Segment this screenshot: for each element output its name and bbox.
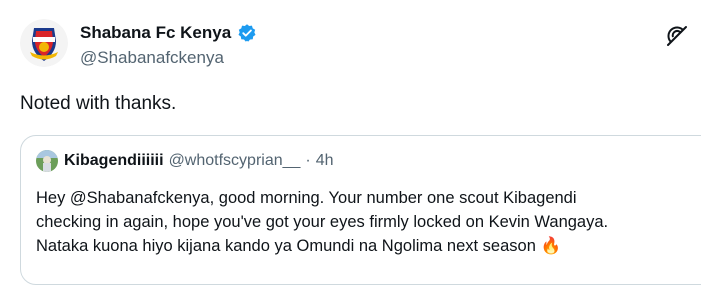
author-handle[interactable]: @Shabanafckenya bbox=[80, 48, 257, 68]
tweet-text: Noted with thanks. bbox=[20, 93, 177, 114]
quoted-text-line: Nataka kuona hiyo kijana kando ya Omundi… bbox=[36, 234, 701, 258]
quoted-timestamp[interactable]: 4h bbox=[316, 152, 334, 170]
author-avatar[interactable] bbox=[20, 19, 68, 67]
tweet-author: Shabana Fc Kenya @Shabanafckenya bbox=[80, 22, 257, 68]
quoted-text-line-content: Nataka kuona hiyo kijana kando ya Omundi… bbox=[36, 237, 536, 255]
separator-dot: · bbox=[305, 152, 311, 169]
quoted-author-avatar[interactable] bbox=[36, 150, 58, 172]
quoted-tweet[interactable]: Kibagendiiiiii @whotfscyprian__ · 4h Hey… bbox=[20, 135, 701, 285]
quoted-author-display-name[interactable]: Kibagendiiiiii bbox=[64, 152, 164, 170]
fire-emoji-icon: 🔥 bbox=[540, 237, 562, 255]
quoted-avatar-image bbox=[36, 150, 58, 172]
quoted-text-line: Hey @Shabanafckenya, good morning. Your … bbox=[36, 189, 577, 207]
quoted-text-line: checking in again, hope you've got your … bbox=[36, 213, 609, 231]
quoted-tweet-text: Hey @Shabanafckenya, good morning. Your … bbox=[36, 186, 701, 258]
author-display-name[interactable]: Shabana Fc Kenya bbox=[80, 23, 231, 43]
grok-icon bbox=[667, 26, 687, 46]
verified-badge-icon[interactable] bbox=[237, 23, 257, 43]
shabana-fc-crest-icon bbox=[20, 19, 68, 67]
quoted-tweet-header: Kibagendiiiiii @whotfscyprian__ · 4h bbox=[36, 150, 334, 172]
quoted-author-handle[interactable]: @whotfscyprian__ bbox=[169, 152, 301, 170]
grok-button[interactable] bbox=[665, 24, 689, 48]
